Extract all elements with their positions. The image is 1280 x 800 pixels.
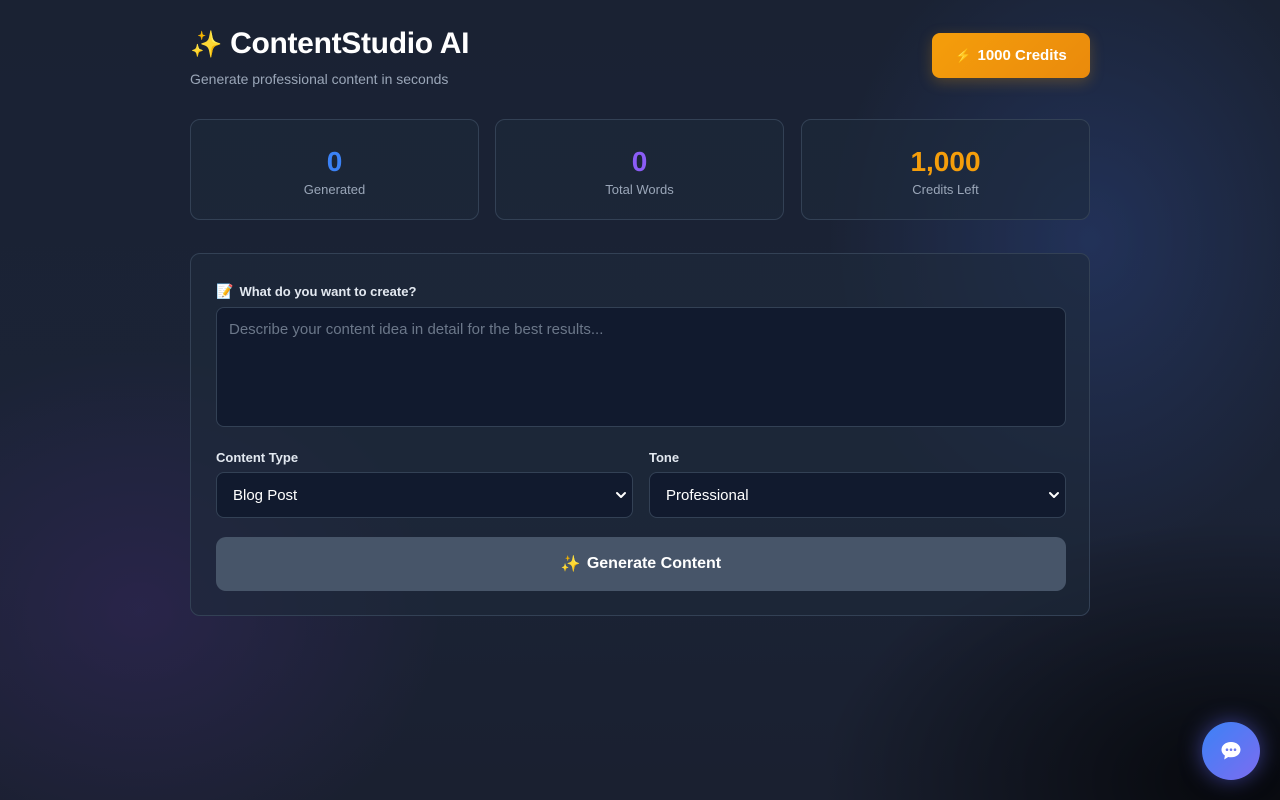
content-type-value: Blog Post xyxy=(233,486,298,504)
stat-card-credits-left: 1,000 Credits Left xyxy=(801,119,1090,220)
stat-value-credits-left: 1,000 xyxy=(910,146,981,177)
content-form: 📝 What do you want to create? Content Ty… xyxy=(190,253,1090,616)
content-type-label: Content Type xyxy=(216,450,299,465)
main-container: ✨ ContentStudio AI Generate professional… xyxy=(190,0,1090,616)
stat-card-total-words: 0 Total Words xyxy=(495,119,784,220)
page-subtitle: Generate professional content in seconds xyxy=(190,71,449,87)
page-title: ✨ ContentStudio AI xyxy=(190,27,469,61)
credits-button-label: 1000 Credits xyxy=(977,47,1067,64)
stat-label-credits-left: Credits Left xyxy=(912,182,979,197)
prompt-label: 📝 What do you want to create? xyxy=(216,283,416,300)
sparkles-icon: ✨ xyxy=(190,28,223,59)
stat-value-generated: 0 xyxy=(326,146,343,177)
prompt-label-text: What do you want to create? xyxy=(239,284,417,299)
credits-button[interactable]: ⚡ 1000 Credits xyxy=(932,33,1090,78)
chevron-down-icon xyxy=(616,492,626,498)
memo-icon: 📝 xyxy=(216,283,234,299)
chat-bubble-icon xyxy=(1221,742,1241,760)
prompt-input[interactable] xyxy=(216,307,1066,427)
tone-value: Professional xyxy=(666,486,749,504)
chevron-down-icon xyxy=(1049,492,1059,498)
stat-value-total-words: 0 xyxy=(631,146,648,177)
tone-select[interactable]: Professional xyxy=(649,472,1066,518)
stat-card-generated: 0 Generated xyxy=(190,119,479,220)
stat-label-total-words: Total Words xyxy=(605,182,674,197)
page-header: ✨ ContentStudio AI Generate professional… xyxy=(190,0,1090,120)
page-title-text: ContentStudio AI xyxy=(230,27,470,60)
stat-label-generated: Generated xyxy=(303,182,366,197)
generate-button-label: Generate Content xyxy=(586,555,722,572)
stats-row: 0 Generated 0 Total Words 1,000 Credits … xyxy=(190,119,1090,221)
content-type-select[interactable]: Blog Post xyxy=(216,472,633,518)
bolt-icon: ⚡ xyxy=(955,47,972,63)
sparkles-icon: ✨ xyxy=(560,556,581,573)
chat-widget-button[interactable] xyxy=(1202,722,1260,780)
tone-label: Tone xyxy=(649,450,680,465)
generate-content-button[interactable]: ✨ Generate Content xyxy=(216,537,1066,591)
